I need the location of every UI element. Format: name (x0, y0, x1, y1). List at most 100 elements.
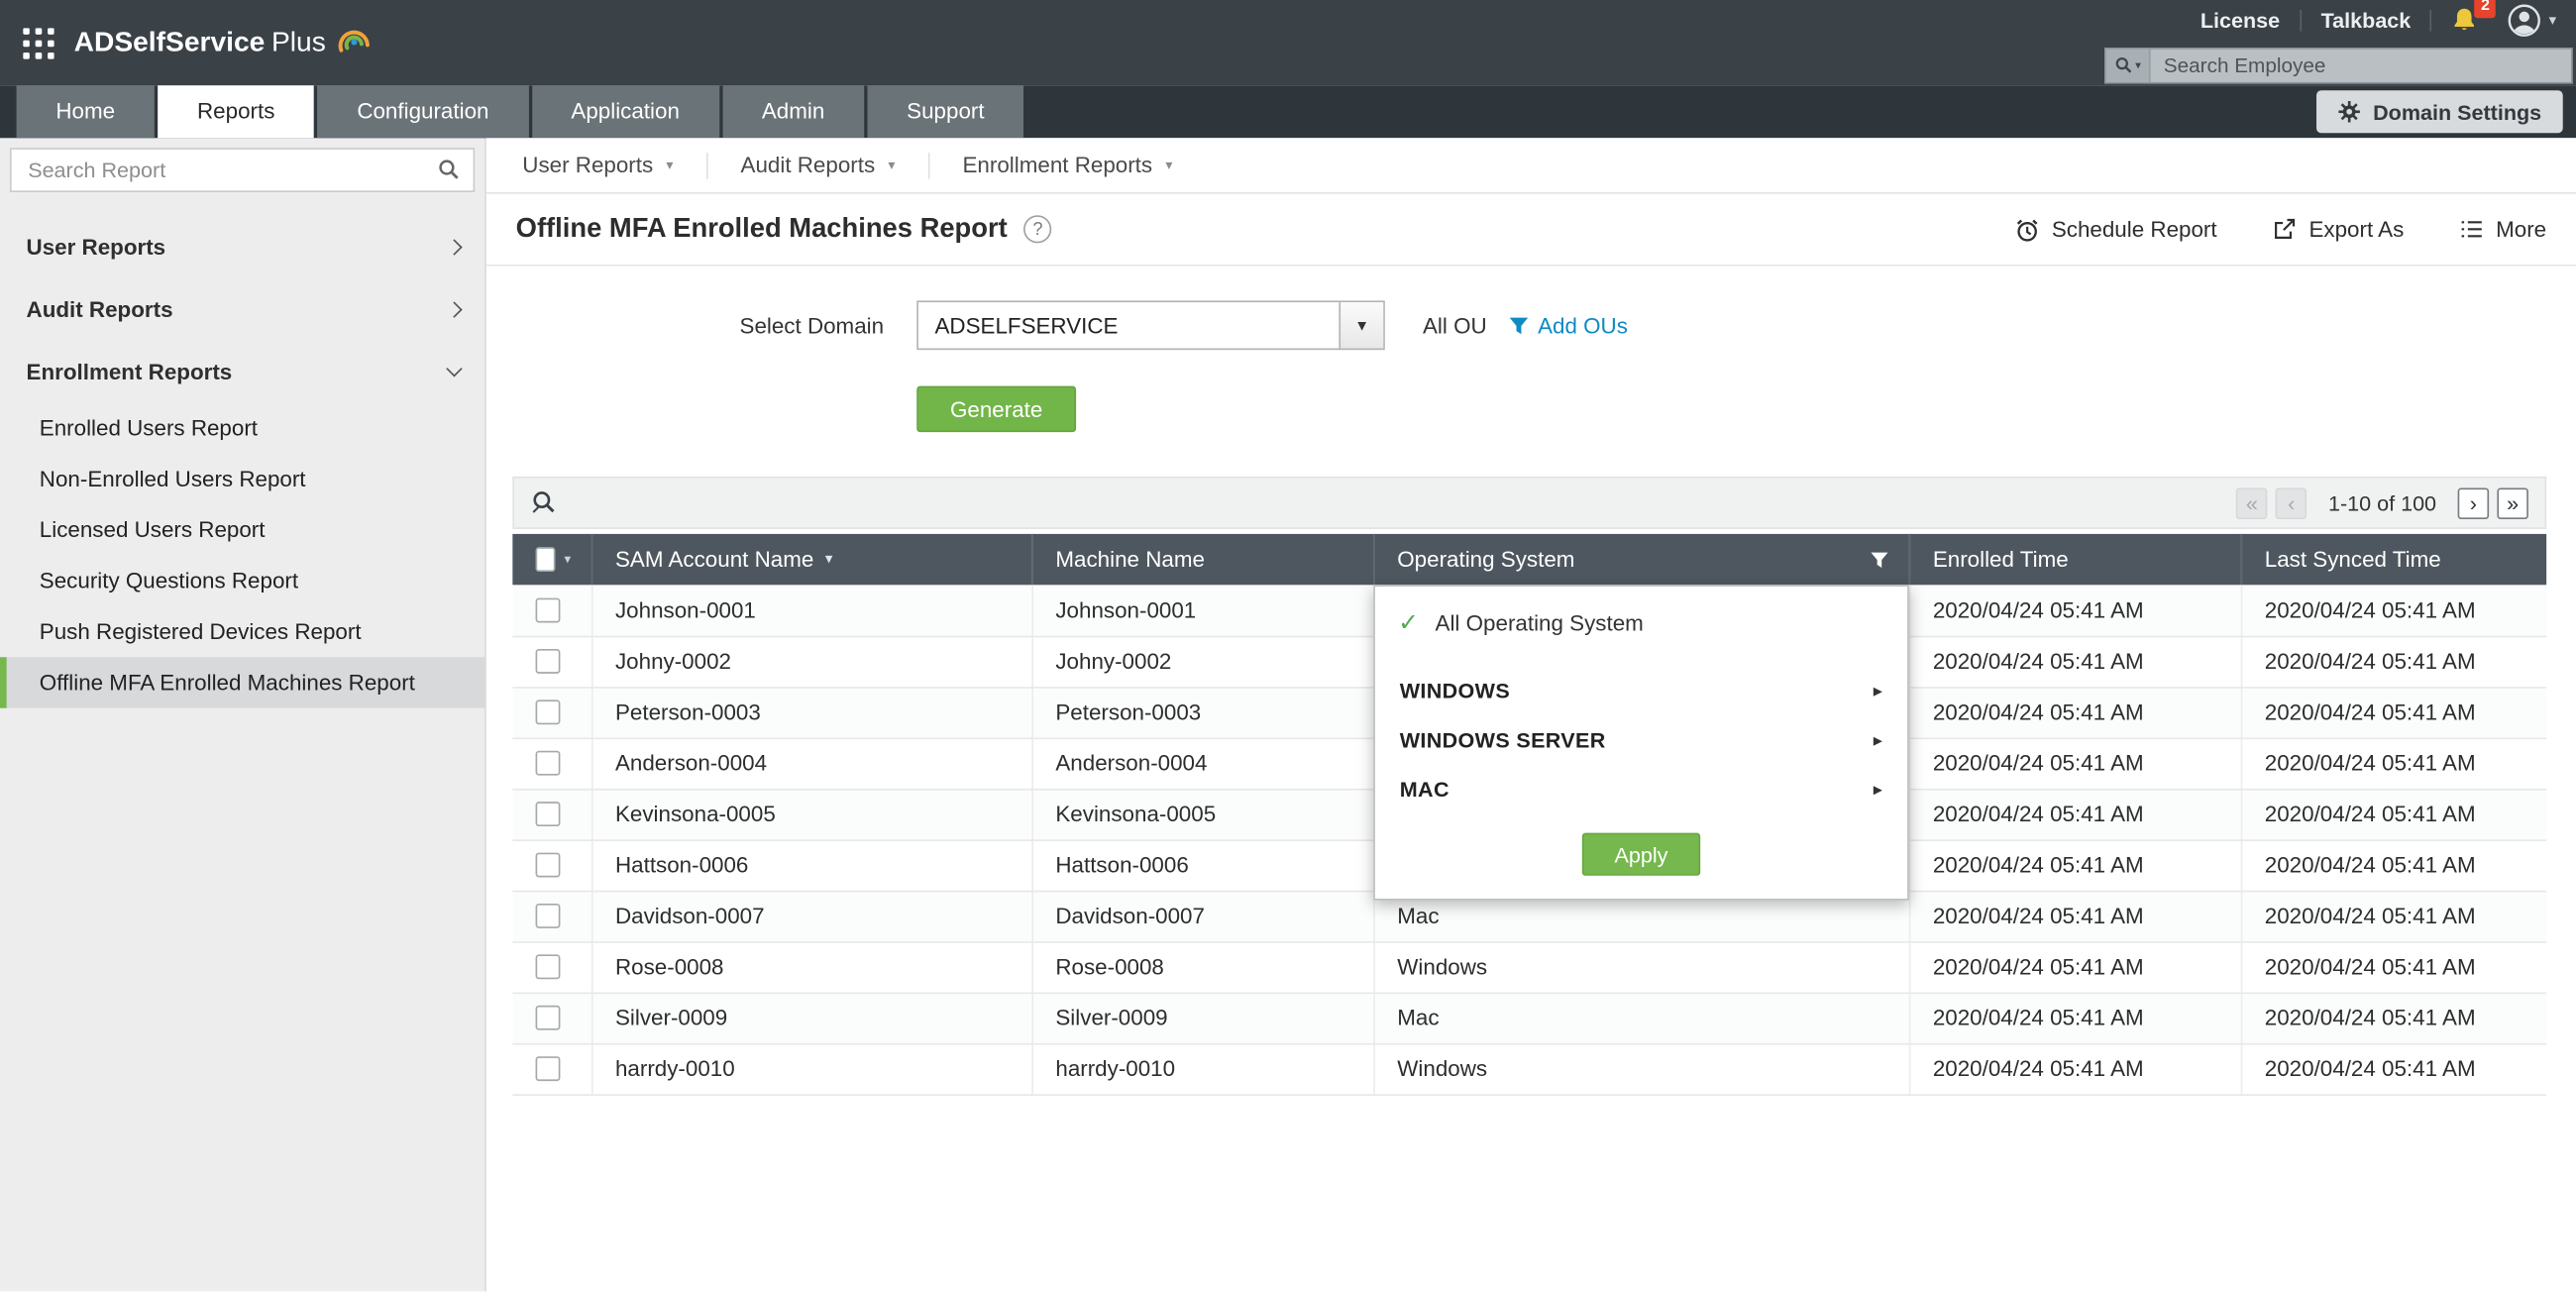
report-search-input[interactable] (10, 148, 475, 192)
sidebar-item-label: Push Registered Devices Report (40, 619, 362, 644)
sidebar-sections: User Reports Audit Reports Enrollment Re… (0, 215, 484, 402)
sam-account-cell: harrdy-0010 (591, 1043, 1031, 1094)
nav-tabs: Home Reports Configuration Application A… (17, 85, 1024, 138)
report-category-label: Audit Reports (741, 153, 876, 177)
pagination-next-button[interactable]: › (2458, 487, 2490, 519)
pagination-first-button[interactable]: « (2236, 487, 2268, 519)
sam-account-cell: Johnson-0001 (591, 585, 1031, 635)
enrolled-time-cell: 2020/04/24 05:41 AM (1909, 585, 2241, 635)
last-synced-cell: 2020/04/24 05:41 AM (2241, 687, 2546, 737)
select-all-checkbox[interactable] (536, 547, 557, 572)
generate-button[interactable]: Generate (916, 386, 1076, 432)
row-checkbox[interactable] (536, 1057, 561, 1082)
more-button[interactable]: More (2460, 217, 2546, 242)
sam-account-cell: Anderson-0004 (591, 738, 1031, 789)
col-header-enrolled[interactable]: Enrolled Time (1909, 534, 2241, 585)
operating-system-cell: Windows (1373, 1043, 1909, 1094)
table-row: Rose-0008 Rose-0008 Windows 2020/04/24 0… (512, 941, 2546, 992)
nav-tab[interactable]: Application (532, 85, 719, 138)
sidebar-item[interactable]: Security Questions Report (0, 555, 484, 605)
content-area: User Reports ▾ Audit Reports ▾ Enrollmen… (486, 138, 2576, 1291)
domain-select[interactable]: ADSELFSERVICE ▼ (916, 300, 1385, 350)
license-link[interactable]: License (2200, 7, 2280, 32)
enrolled-time-cell: 2020/04/24 05:41 AM (1909, 839, 2241, 890)
sidebar-section[interactable]: User Reports (0, 215, 484, 277)
pagination-range: 1-10 of 100 (2328, 490, 2436, 515)
product-logo[interactable]: ADSelfServicePlus (74, 25, 374, 60)
employee-search-input[interactable] (2151, 49, 2571, 81)
title-bar: Offline MFA Enrolled Machines Report ? S… (486, 194, 2576, 267)
pagination-prev-button[interactable]: ‹ (2276, 487, 2308, 519)
sidebar-item[interactable]: Push Registered Devices Report (0, 606, 484, 657)
sidebar-item-label: Security Questions Report (40, 569, 298, 593)
row-checkbox[interactable] (536, 955, 561, 980)
nav-tab[interactable]: Admin (722, 85, 864, 138)
checkbox-cell (512, 941, 591, 992)
apply-button[interactable]: Apply (1582, 833, 1700, 876)
row-checkbox[interactable] (536, 752, 561, 777)
col-header-machine[interactable]: Machine Name (1031, 534, 1373, 585)
os-option[interactable]: WINDOWS SERVER ▸ (1375, 714, 1907, 764)
row-checkbox[interactable] (536, 905, 561, 929)
row-checkbox[interactable] (536, 598, 561, 623)
page-title: Offline MFA Enrolled Machines Report (516, 214, 1008, 246)
help-icon[interactable]: ? (1023, 215, 1051, 243)
divider (2300, 9, 2302, 31)
domain-settings-button[interactable]: Domain Settings (2317, 90, 2563, 133)
sidebar-item[interactable]: Licensed Users Report (0, 504, 484, 555)
search-icon[interactable] (437, 158, 460, 180)
pagination: « ‹ 1-10 of 100 › » (2236, 487, 2528, 519)
nav-tab[interactable]: Home (17, 85, 155, 138)
schedule-report-button[interactable]: Schedule Report (2014, 216, 2217, 243)
enrolled-time-cell: 2020/04/24 05:41 AM (1909, 738, 2241, 789)
last-synced-cell: 2020/04/24 05:41 AM (2241, 585, 2546, 635)
product-suffix: Plus (271, 27, 326, 59)
caret-down-icon[interactable]: ▾ (565, 552, 572, 567)
sam-account-cell: Kevinsona-0005 (591, 789, 1031, 839)
nav-tab[interactable]: Configuration (318, 85, 529, 138)
row-checkbox[interactable] (536, 853, 561, 878)
caret-down-icon: ▾ (666, 157, 673, 174)
machine-name-cell: Davidson-0007 (1031, 891, 1373, 941)
machine-name-cell: Hattson-0006 (1031, 839, 1373, 890)
col-header-os[interactable]: Operating System (1373, 534, 1909, 585)
dropdown-arrow-icon[interactable]: ▼ (1339, 302, 1383, 348)
column-search-icon[interactable] (531, 489, 558, 516)
nav-tab[interactable]: Support (867, 85, 1023, 138)
app-launcher-icon[interactable] (23, 27, 54, 58)
sidebar-item[interactable]: Non-Enrolled Users Report (0, 454, 484, 504)
col-header-sam[interactable]: SAM Account Name▾ (591, 534, 1031, 585)
all-os-option[interactable]: ✓ All Operating System (1375, 590, 1907, 655)
select-domain-label: Select Domain (486, 313, 884, 338)
sidebar-item[interactable]: Enrolled Users Report (0, 402, 484, 453)
report-category-tab[interactable]: Audit Reports ▾ (707, 152, 929, 178)
os-filter-funnel-icon[interactable] (1869, 550, 1888, 570)
search-icon[interactable]: ▾ (2106, 49, 2151, 81)
submenu-arrow-icon: ▸ (1874, 728, 1883, 750)
nav-tab[interactable]: Reports (158, 85, 314, 138)
notifications-button[interactable]: 2 (2452, 7, 2479, 34)
row-checkbox[interactable] (536, 650, 561, 675)
export-as-button[interactable]: Export As (2273, 217, 2404, 242)
alarm-clock-icon (2014, 216, 2041, 243)
ou-filter-funnel-icon[interactable] (1508, 315, 1530, 337)
talkback-link[interactable]: Talkback (2321, 7, 2412, 32)
report-category-tab[interactable]: Enrollment Reports ▾ (929, 152, 1205, 178)
report-category-tab[interactable]: User Reports ▾ (489, 152, 707, 178)
os-option[interactable]: WINDOWS ▸ (1375, 666, 1907, 715)
more-icon (2460, 217, 2485, 242)
col-header-synced[interactable]: Last Synced Time (2241, 534, 2546, 585)
os-option[interactable]: MAC ▸ (1375, 764, 1907, 813)
user-menu-button[interactable]: ▾ (2508, 2, 2556, 37)
sidebar-item[interactable]: Offline MFA Enrolled Machines Report (0, 657, 484, 707)
row-checkbox[interactable] (536, 700, 561, 725)
add-ous-link[interactable]: Add OUs (1538, 313, 1628, 338)
machine-name-cell: Rose-0008 (1031, 941, 1373, 992)
row-checkbox[interactable] (536, 1007, 561, 1031)
all-os-label: All Operating System (1436, 610, 1644, 635)
submenu-arrow-icon: ▸ (1874, 680, 1883, 701)
sidebar-section[interactable]: Enrollment Reports (0, 340, 484, 402)
row-checkbox[interactable] (536, 803, 561, 827)
pagination-last-button[interactable]: » (2497, 487, 2528, 519)
sidebar-section[interactable]: Audit Reports (0, 277, 484, 340)
